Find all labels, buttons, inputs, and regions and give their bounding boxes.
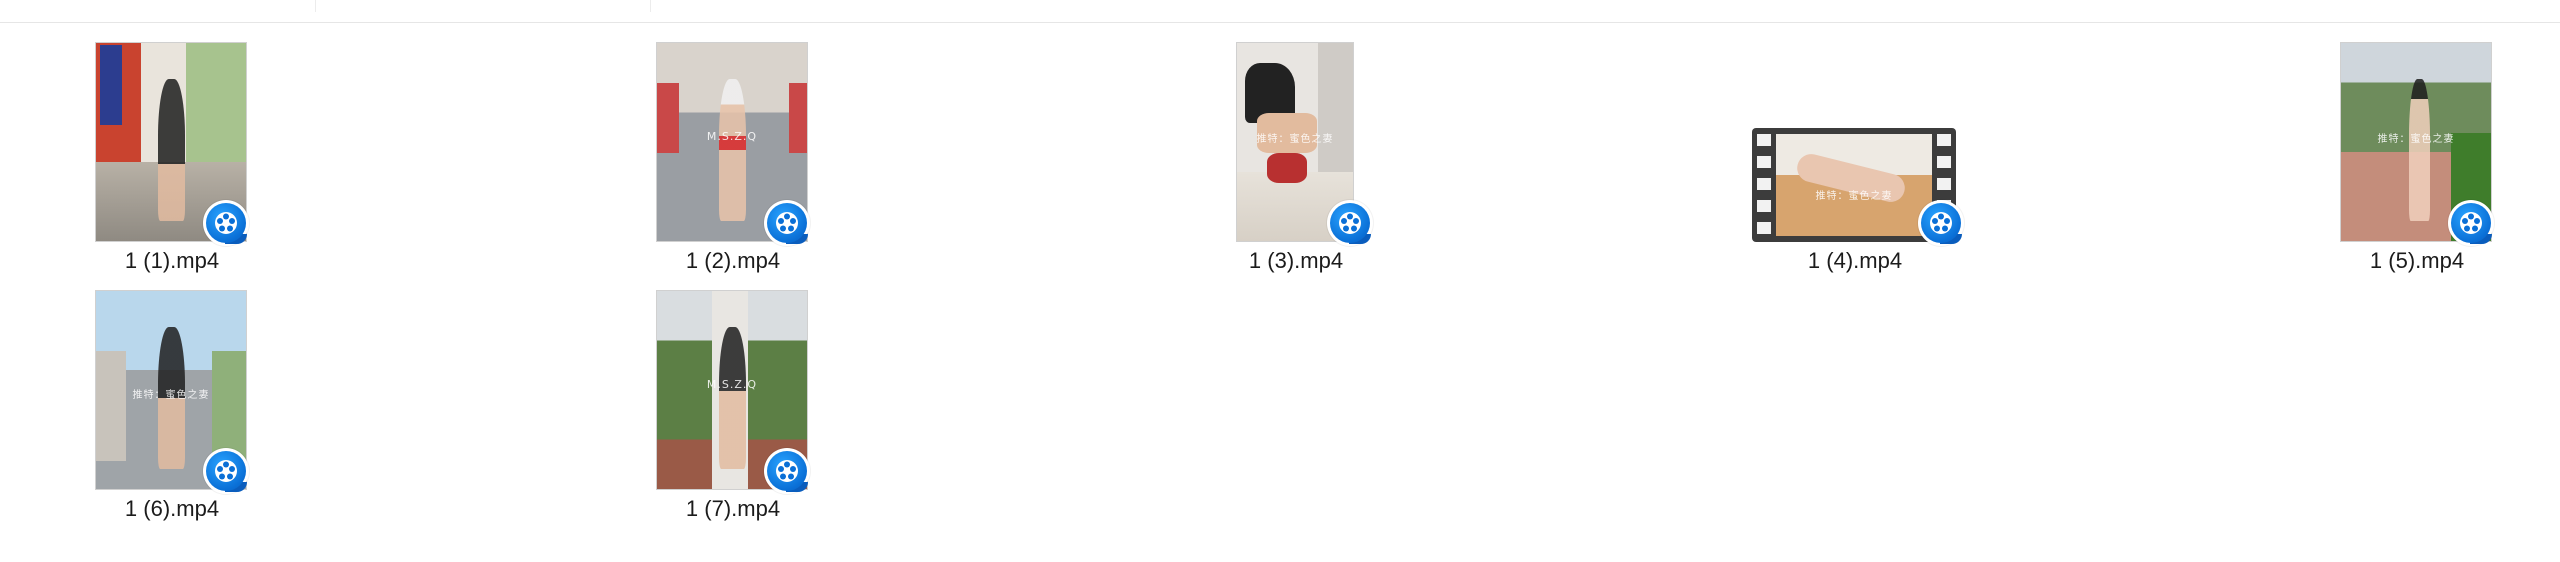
file-name-label: 1 (7).mp4: [685, 496, 781, 521]
video-watermark: 推特：蜜色之妻: [132, 390, 210, 402]
file-name-label: 1 (3).mp4: [1248, 248, 1344, 273]
video-watermark: M.S.Z.Q: [706, 378, 758, 392]
tree-shape: [212, 351, 246, 461]
file-item[interactable]: 推特：蜜色之妻 1 (5).mp4: [2302, 30, 2532, 280]
video-watermark: 推特：蜜色之妻: [1815, 191, 1893, 203]
video-player-badge-icon: [2448, 200, 2494, 246]
file-name-label: 1 (4).mp4: [1807, 248, 1903, 273]
sign-board: [100, 45, 122, 125]
wall-shape: [96, 351, 126, 461]
video-player-badge-icon: [764, 448, 810, 494]
video-player-badge-icon: [203, 448, 249, 494]
file-name-label: 1 (2).mp4: [685, 248, 781, 273]
file-item[interactable]: 1 (1).mp4: [57, 30, 287, 280]
column-separator[interactable]: [315, 0, 316, 12]
file-name-label: 1 (1).mp4: [124, 248, 220, 273]
video-watermark: M.S.Z.Q: [706, 130, 758, 144]
column-separator[interactable]: [650, 0, 651, 12]
file-item[interactable]: M.S.Z.Q 1 (7).mp4: [618, 278, 848, 528]
film-holes: [1757, 134, 1771, 236]
video-watermark: 推特：蜜色之妻: [1256, 134, 1334, 146]
column-header-strip: [0, 0, 2560, 23]
video-watermark: 推特：蜜色之妻: [2377, 134, 2455, 146]
video-thumbnail: 推特：蜜色之妻: [1776, 134, 1932, 236]
file-name-label: 1 (5).mp4: [2369, 248, 2465, 273]
video-player-badge-icon: [1918, 200, 1964, 246]
file-item[interactable]: 推特：蜜色之妻 1 (4).mp4: [1740, 30, 1970, 280]
file-item[interactable]: 推特：蜜色之妻 1 (6).mp4: [57, 278, 287, 528]
video-player-badge-icon: [203, 200, 249, 246]
file-name-label: 1 (6).mp4: [124, 496, 220, 521]
person-shape: [1267, 153, 1307, 183]
video-player-badge-icon: [1327, 200, 1373, 246]
file-item[interactable]: M.S.Z.Q 1 (2).mp4: [618, 30, 848, 280]
video-player-badge-icon: [764, 200, 810, 246]
file-item[interactable]: 推特：蜜色之妻 1 (3).mp4: [1181, 30, 1411, 280]
